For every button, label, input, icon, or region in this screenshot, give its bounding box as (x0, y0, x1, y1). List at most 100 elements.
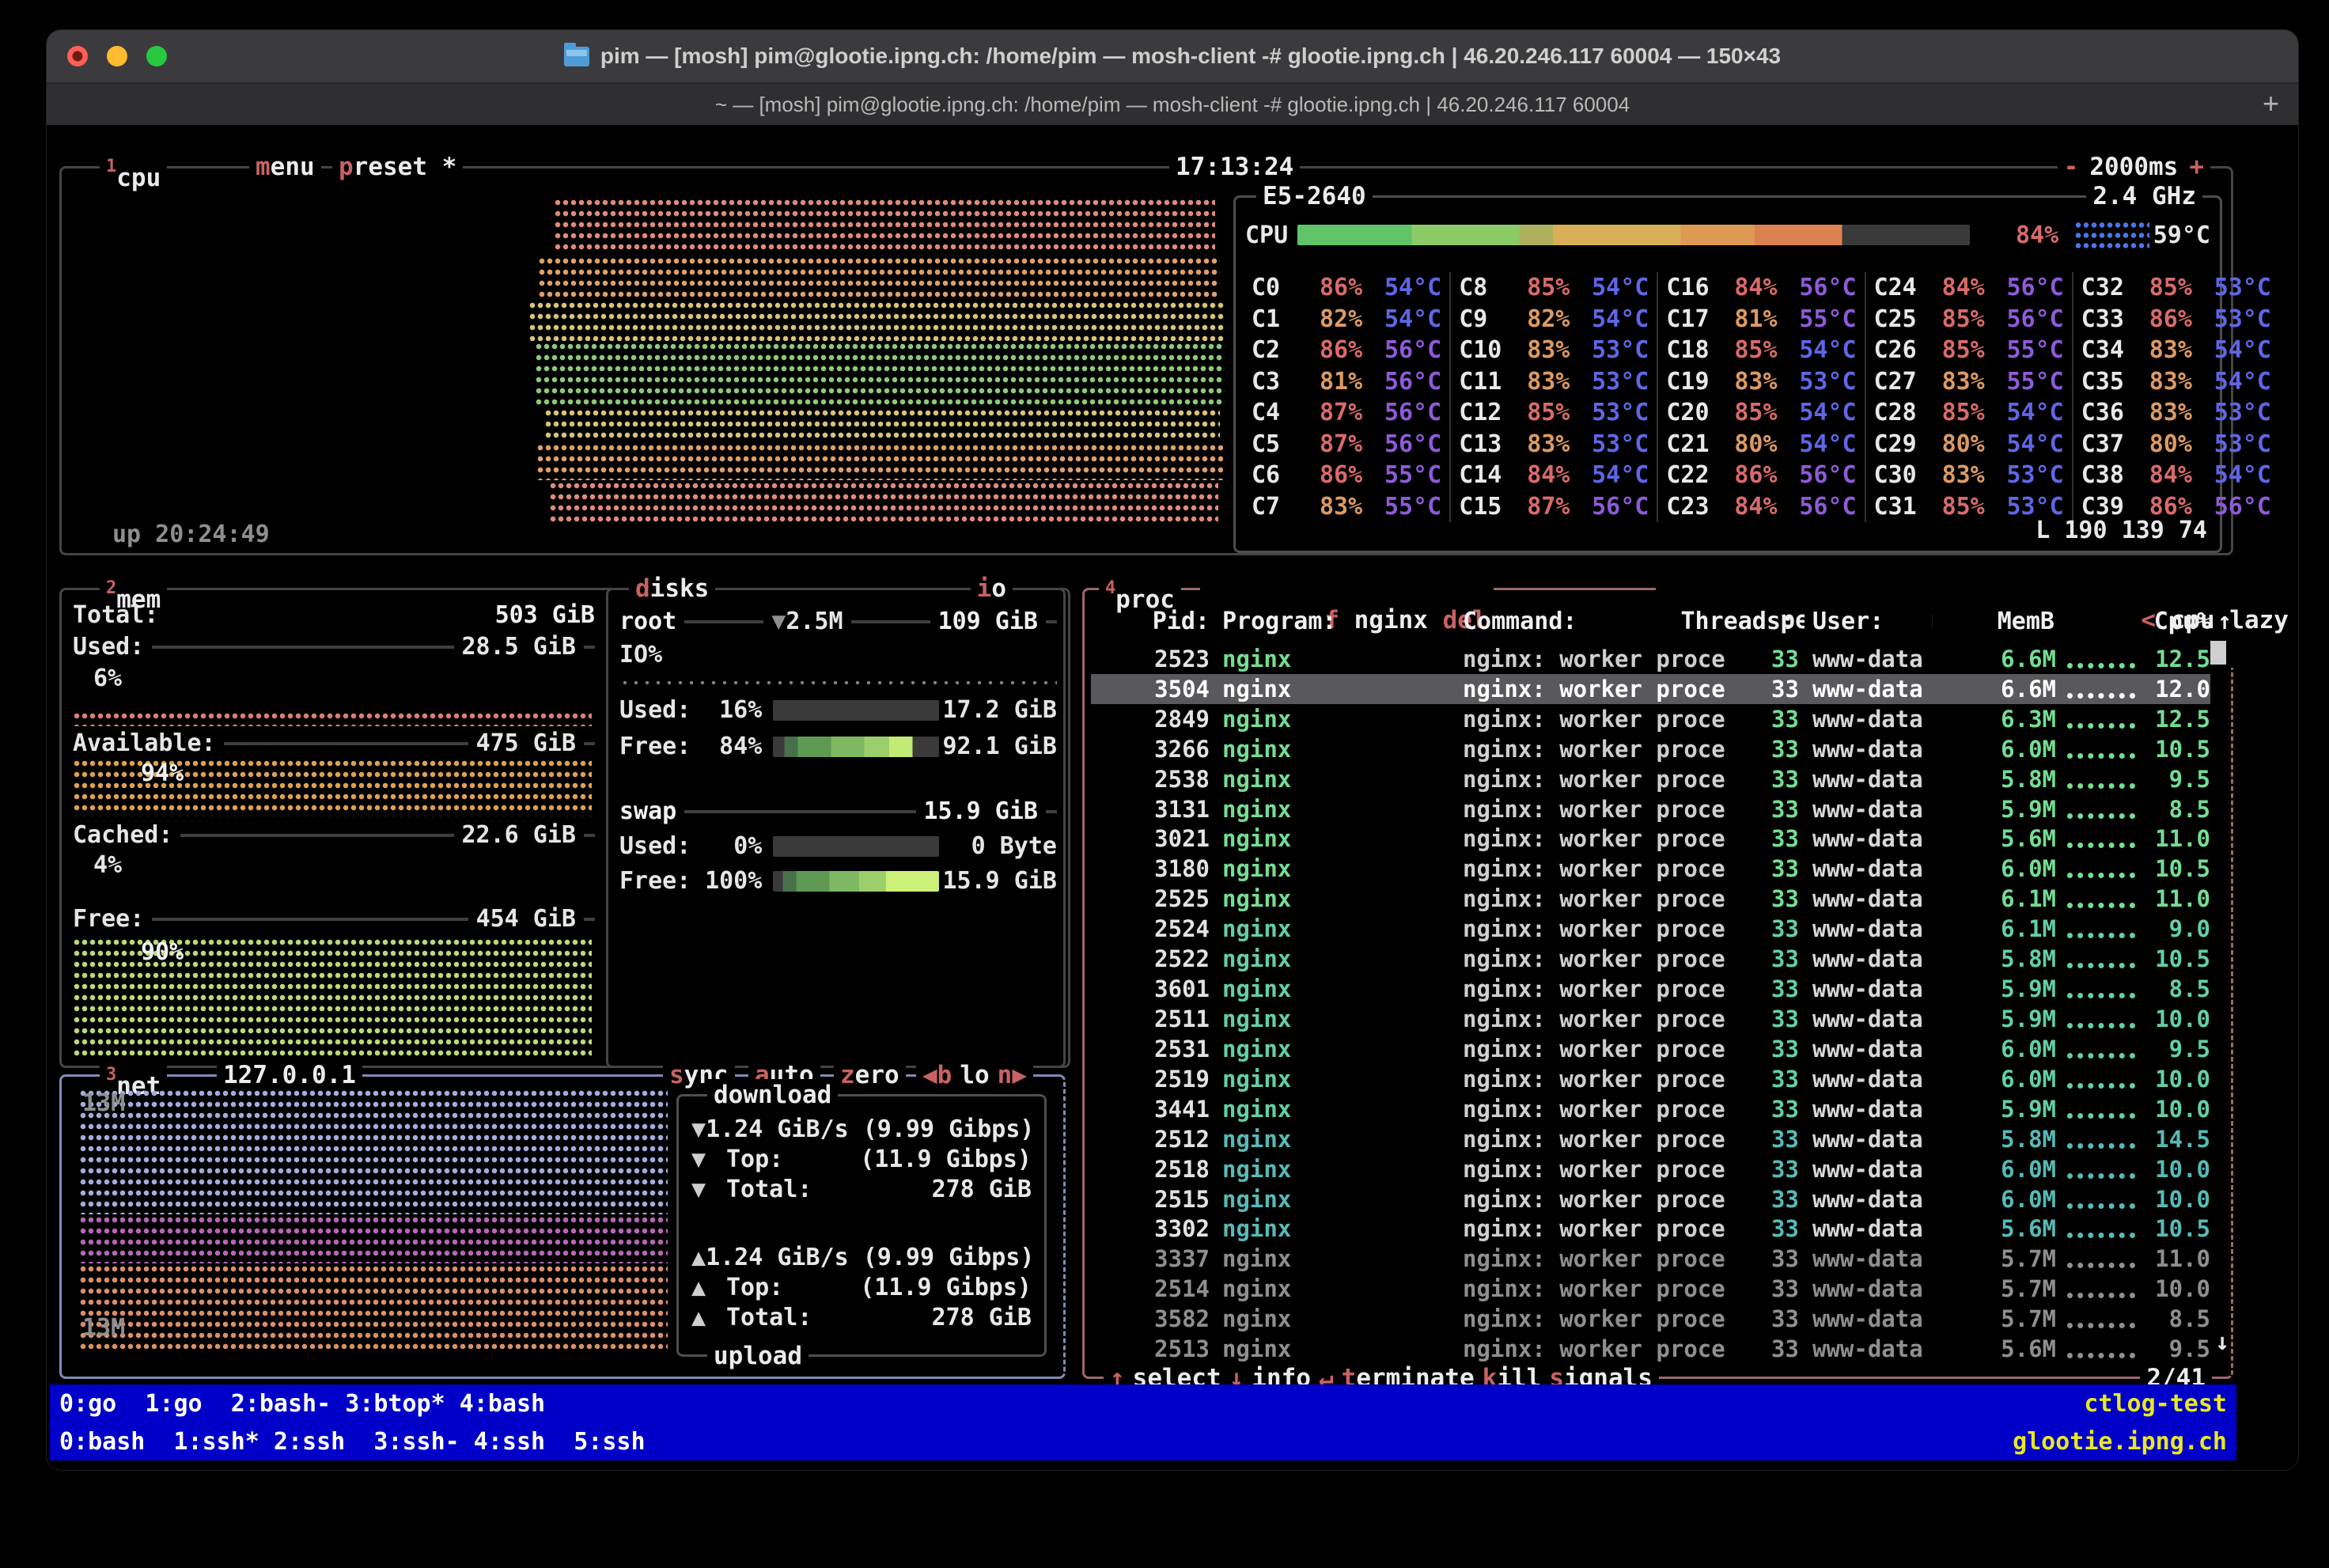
process-row[interactable]: 2531nginxnginx: worker proce33www-data6.… (1091, 1034, 2210, 1064)
core-cell: C286%56°C (1244, 335, 1449, 366)
core-name: C33 (2081, 305, 2149, 333)
process-pid: 2525 (1091, 885, 1210, 912)
process-command: nginx: worker proce (1463, 736, 1771, 763)
process-row[interactable]: 2515nginxnginx: worker proce33www-data6.… (1091, 1184, 2210, 1214)
process-mem: 6.6M (1986, 646, 2056, 672)
disks-title[interactable]: disks (629, 573, 715, 604)
process-name: nginx (1222, 1096, 1450, 1123)
interval-decrease-button[interactable]: - (2064, 151, 2079, 183)
mem-total-row: Total:503 GiB (73, 601, 595, 629)
process-row[interactable]: 3180nginxnginx: worker proce33www-data6.… (1091, 854, 2210, 884)
process-row[interactable]: 2513nginxnginx: worker proce33www-data5.… (1091, 1334, 2210, 1364)
core-temp: 54°C (1362, 274, 1441, 301)
core-temp: 56°C (1778, 493, 1857, 521)
process-pid: 2514 (1091, 1275, 1210, 1302)
core-percent: 86% (1320, 461, 1362, 489)
process-row[interactable]: 2512nginxnginx: worker proce33www-data5.… (1091, 1124, 2210, 1154)
process-list: 2523nginxnginx: worker proce33www-data6.… (1091, 644, 2210, 1364)
new-tab-button[interactable]: + (2263, 87, 2279, 120)
process-name: nginx (1222, 646, 1450, 672)
process-name: nginx (1222, 885, 1450, 912)
core-percent: 84% (1527, 461, 1570, 489)
col-threads[interactable]: Threads: (1668, 608, 1795, 635)
prev-interface-button[interactable]: ◀b (922, 1059, 952, 1091)
col-user[interactable]: User: (1812, 608, 1884, 635)
process-row[interactable]: 3504nginxnginx: worker proce33www-data6.… (1091, 674, 2210, 704)
process-row[interactable]: 2538nginxnginx: worker proce33www-data5.… (1091, 764, 2210, 794)
core-percent: 85% (1942, 336, 1985, 364)
process-row[interactable]: 3266nginxnginx: worker proce33www-data6.… (1091, 734, 2210, 764)
process-row[interactable]: 2522nginxnginx: worker proce33www-data5.… (1091, 944, 2210, 974)
title-bar[interactable]: pim — [mosh] pim@glootie.ipng.ch: /home/… (47, 30, 2298, 82)
scroll-down-icon[interactable]: ↓ (2215, 1328, 2229, 1356)
col-mem[interactable]: MemB (1979, 608, 2054, 635)
sort-direction-icon[interactable]: ↑ (2217, 608, 2232, 635)
tmux-window-list[interactable]: 0:bash 1:ssh* 2:ssh 3:ssh- 4:ssh 5:ssh (59, 1428, 646, 1456)
process-mem-graph (2067, 859, 2135, 878)
process-cpu: 8.5 (2135, 975, 2210, 1002)
close-button[interactable] (67, 46, 88, 66)
zoom-button[interactable] (146, 46, 167, 66)
process-cpu: 9.5 (2135, 766, 2210, 793)
preset-button[interactable]: preset * (332, 151, 463, 183)
process-threads: 33 (1771, 796, 1795, 823)
process-row[interactable]: 2525nginxnginx: worker proce33www-data6.… (1091, 884, 2210, 914)
core-percent: 83% (2149, 368, 2192, 396)
core-name: C16 (1666, 274, 1734, 301)
process-cpu: 10.5 (2135, 736, 2210, 763)
process-cpu: 8.5 (2135, 1305, 2210, 1332)
core-cell: C2885%54°C (1865, 397, 2072, 429)
process-row[interactable]: 2518nginxnginx: worker proce33www-data6.… (1091, 1154, 2210, 1184)
process-mem: 5.8M (1986, 945, 2056, 972)
core-temp: 55°C (1362, 493, 1441, 521)
core-percent: 83% (1527, 336, 1570, 364)
process-row[interactable]: 3441nginxnginx: worker proce33www-data5.… (1091, 1094, 2210, 1124)
process-user: www-data (1812, 945, 1986, 972)
zero-button[interactable]: zero (834, 1059, 906, 1091)
process-cpu: 11.0 (2135, 885, 2210, 912)
col-command[interactable]: Command: (1463, 608, 1577, 635)
process-row[interactable]: 2524nginxnginx: worker proce33www-data6.… (1091, 914, 2210, 944)
next-interface-button[interactable]: n▶ (998, 1059, 1027, 1091)
terminal-content: 1cpu menu preset * 17:13:24 - 2000ms + (47, 125, 2298, 1470)
process-command: nginx: worker proce (1463, 1186, 1771, 1213)
col-program[interactable]: Program: (1222, 608, 1337, 635)
cpu-box-title[interactable]: 1cpu (100, 151, 167, 194)
core-percent: 85% (1527, 399, 1570, 426)
process-row[interactable]: 3131nginxnginx: worker proce33www-data5.… (1091, 794, 2210, 824)
process-row[interactable]: 2511nginxnginx: worker proce33www-data5.… (1091, 1004, 2210, 1034)
process-threads: 33 (1771, 646, 1795, 672)
minimize-button[interactable] (107, 46, 127, 66)
process-row[interactable]: 3582nginxnginx: worker proce33www-data5.… (1091, 1304, 2210, 1334)
process-threads: 33 (1771, 1275, 1795, 1302)
col-cpu[interactable]: Cpu% (2143, 608, 2211, 635)
menu-button[interactable]: menu (249, 151, 321, 183)
process-row[interactable]: 3021nginxnginx: worker proce33www-data5.… (1091, 824, 2210, 854)
process-cpu: 10.0 (2135, 1066, 2210, 1093)
core-cell: C2286%56°C (1657, 460, 1864, 491)
process-threads: 33 (1771, 1036, 1795, 1062)
process-row[interactable]: 2523nginxnginx: worker proce33www-data6.… (1091, 644, 2210, 674)
process-row[interactable]: 3302nginxnginx: worker proce33www-data5.… (1091, 1214, 2210, 1244)
core-percent: 85% (1734, 336, 1777, 364)
process-row[interactable]: 2514nginxnginx: worker proce33www-data5.… (1091, 1274, 2210, 1304)
process-row[interactable]: 2849nginxnginx: worker proce33www-data6.… (1091, 704, 2210, 734)
process-row[interactable]: 3601nginxnginx: worker proce33www-data5.… (1091, 974, 2210, 1004)
process-user: www-data (1812, 1066, 1986, 1093)
core-name: C34 (2081, 336, 2149, 364)
col-pid[interactable]: Pid: (1091, 608, 1210, 635)
interface-name: lo (960, 1059, 989, 1091)
scrollbar-thumb[interactable] (2210, 641, 2226, 665)
process-row[interactable]: 2519nginxnginx: worker proce33www-data6.… (1091, 1064, 2210, 1094)
process-row[interactable]: 3337nginxnginx: worker proce33www-data5.… (1091, 1244, 2210, 1274)
core-name: C7 (1252, 493, 1320, 521)
core-percent: 83% (1942, 461, 1985, 489)
io-button[interactable]: io (971, 573, 1013, 604)
process-mem-graph (2067, 800, 2135, 819)
download-speed: ▼ 1.24 GiB/s (9.99 Gibps) (691, 1115, 1032, 1143)
core-temp: 53°C (1570, 368, 1649, 396)
process-name: nginx (1222, 1215, 1450, 1242)
process-mem: 6.3M (1986, 706, 2056, 733)
interval-increase-button[interactable]: + (2189, 151, 2204, 183)
tmux-window-list[interactable]: 0:go 1:go 2:bash- 3:btop* 4:bash (59, 1390, 545, 1418)
